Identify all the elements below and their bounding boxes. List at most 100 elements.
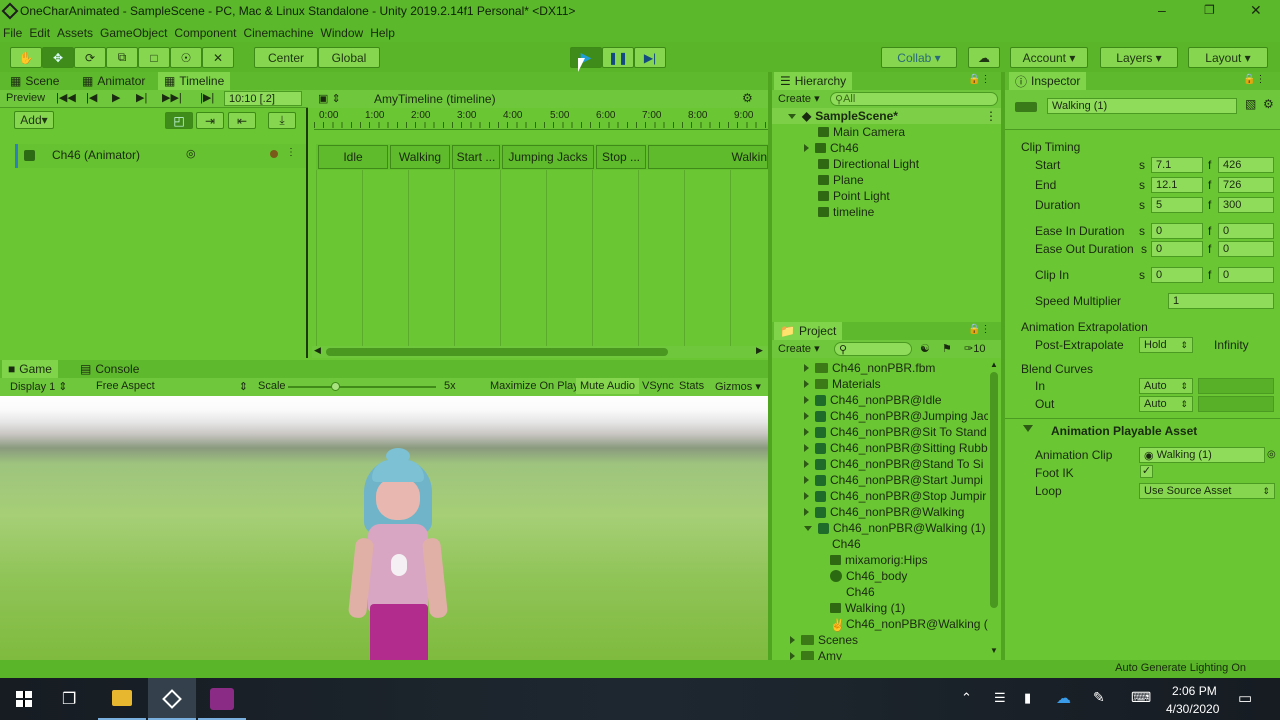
animation-clip-field[interactable]: ◉ Walking (1)	[1139, 447, 1265, 463]
hierarchy-scene-row[interactable]: ◆ SampleScene* ⋮	[772, 108, 1001, 124]
tab-console[interactable]: ▤ Console	[74, 360, 145, 378]
expand-arrow-icon[interactable]	[804, 380, 809, 388]
project-item[interactable]: Ch46	[772, 536, 988, 552]
menu-cinemachine[interactable]: Cinemachine	[243, 26, 313, 40]
vsync-toggle[interactable]: VSync	[642, 380, 674, 392]
hierarchy-item[interactable]: Plane	[772, 172, 1001, 188]
clock-date[interactable]: 4/30/2020	[1166, 702, 1219, 716]
game-view[interactable]	[0, 396, 768, 660]
scroll-down-icon[interactable]: ▼	[990, 646, 998, 655]
hierarchy-lock-icon[interactable]: 🔒⋮	[968, 74, 990, 85]
scroll-left-icon[interactable]: ◀	[314, 345, 321, 356]
project-item[interactable]: Ch46_nonPBR@Walking	[772, 504, 988, 520]
hierarchy-item[interactable]: Point Light	[772, 188, 1001, 204]
project-item[interactable]: ✌ Ch46_nonPBR@Walking (	[772, 616, 988, 632]
timeline-hscroll[interactable]: ◀ ▶	[312, 345, 768, 358]
foot-ik-checkbox[interactable]: ✓	[1140, 465, 1153, 478]
hierarchy-create-button[interactable]: Create ▾	[778, 92, 820, 105]
scale-tool-button[interactable]: ⧉	[106, 47, 138, 68]
clip-walking-1[interactable]: Walkin	[648, 145, 768, 169]
speed-multiplier-field[interactable]: 1	[1168, 293, 1274, 309]
menu-window[interactable]: Window	[321, 26, 364, 40]
maximize-on-play-toggle[interactable]: Maximize On Play	[490, 380, 579, 392]
scroll-right-icon[interactable]: ▶	[756, 345, 763, 356]
project-create-button[interactable]: Create ▾	[778, 342, 820, 355]
duration-frames-field[interactable]: 300	[1218, 197, 1274, 213]
clip-stop[interactable]: Stop ...	[596, 145, 646, 169]
expand-arrow-icon[interactable]	[804, 444, 809, 452]
keyboard-icon[interactable]: ⌨	[1131, 689, 1151, 706]
clock-time[interactable]: 2:06 PM	[1172, 684, 1217, 698]
clip-walking[interactable]: Walking	[390, 145, 450, 169]
tab-game[interactable]: ■ Game	[2, 360, 58, 378]
timeline-selector-icon[interactable]: ▣ ⇕	[318, 92, 341, 105]
ease-in-seconds-field[interactable]: 0	[1151, 223, 1203, 239]
tab-inspector[interactable]: ⓘ Inspector	[1009, 72, 1087, 90]
ripple-mode-button[interactable]: ⇥	[196, 112, 224, 129]
expand-arrow-icon[interactable]	[804, 412, 809, 420]
goto-end-icon[interactable]: ▶▶|	[162, 91, 182, 104]
project-item[interactable]: Ch46_nonPBR@Walking (1)	[772, 520, 988, 536]
expand-arrow-icon[interactable]	[804, 428, 809, 436]
clip-jumping[interactable]: Jumping Jacks	[502, 145, 594, 169]
mute-audio-toggle[interactable]: Mute Audio	[576, 378, 640, 394]
expand-arrow-icon[interactable]	[804, 476, 809, 484]
panel-separator[interactable]	[768, 72, 772, 660]
play-range-icon[interactable]: |▶|	[200, 91, 214, 104]
project-item[interactable]: Walking (1)	[772, 600, 988, 616]
account-button[interactable]: Account ▾	[1010, 47, 1088, 68]
end-seconds-field[interactable]: 12.1	[1151, 177, 1203, 193]
edit-mode-button[interactable]: ◰	[165, 112, 193, 129]
chevron-up-icon[interactable]: ⌃	[961, 690, 972, 706]
track-header[interactable]: Ch46 (Animator) ◎ ⋮	[15, 144, 306, 168]
layout-button[interactable]: Layout ▾	[1188, 47, 1268, 68]
minimize-button[interactable]: –	[1158, 2, 1166, 18]
blend-out-select[interactable]: Auto ⇕	[1139, 396, 1193, 412]
tab-scene[interactable]: ▦ Scene	[4, 72, 65, 90]
expand-arrow-icon[interactable]	[804, 396, 809, 404]
next-frame-icon[interactable]: ▶|	[136, 91, 147, 104]
scale-slider[interactable]	[288, 386, 436, 388]
task-view-icon[interactable]: ❐	[62, 689, 76, 709]
step-button[interactable]: ▶|	[634, 47, 666, 68]
goto-start-icon[interactable]: |◀◀	[56, 91, 76, 104]
expand-arrow-icon[interactable]	[804, 144, 809, 152]
time-ruler[interactable]: 0:00 1:00 2:00 3:00 4:00 5:00 6:00 7:00 …	[314, 108, 768, 130]
loop-select[interactable]: Use Source Asset ⇕	[1139, 483, 1275, 499]
pivot-global-button[interactable]: Global	[318, 47, 380, 68]
expand-arrow-icon[interactable]	[804, 508, 809, 516]
start-seconds-field[interactable]: 7.1	[1151, 157, 1203, 173]
replace-mode-button[interactable]: ⇤	[228, 112, 256, 129]
tab-animator[interactable]: ▦ Animator	[76, 72, 151, 90]
hand-tool-button[interactable]: ✋	[10, 47, 42, 68]
timeline-play-icon[interactable]: ▶	[112, 91, 120, 104]
project-item[interactable]: Ch46_nonPBR@Sit To Stand	[772, 424, 988, 440]
ease-out-seconds-field[interactable]: 0	[1151, 241, 1203, 257]
clip-idle[interactable]: Idle	[318, 145, 388, 169]
project-lock-icon[interactable]: 🔒⋮	[968, 324, 990, 335]
track-target-icon[interactable]: ◎	[186, 147, 196, 160]
blend-out-curve[interactable]	[1198, 396, 1274, 412]
expand-arrow-icon[interactable]	[804, 492, 809, 500]
duration-seconds-field[interactable]: 5	[1151, 197, 1203, 213]
collapse-arrow-icon[interactable]	[804, 525, 812, 531]
scale-slider-thumb[interactable]	[331, 382, 340, 391]
custom-tool-button[interactable]: ✕	[202, 47, 234, 68]
notifications-icon[interactable]: ▭	[1238, 689, 1252, 707]
collapse-arrow-icon[interactable]	[1023, 425, 1033, 432]
menu-assets[interactable]: Assets	[57, 26, 93, 40]
pen-icon[interactable]: ✎	[1093, 689, 1105, 706]
project-scroll-thumb[interactable]	[990, 372, 998, 608]
timeline-settings-icon[interactable]: ⚙	[742, 91, 753, 105]
clip-in-seconds-field[interactable]: 0	[1151, 267, 1203, 283]
project-item[interactable]: Ch46	[772, 584, 988, 600]
project-item[interactable]: Scenes	[772, 632, 988, 648]
record-icon[interactable]	[270, 150, 278, 158]
project-item[interactable]: Ch46_body	[772, 568, 988, 584]
scroll-up-icon[interactable]: ▲	[990, 360, 998, 369]
prev-frame-icon[interactable]: |◀	[86, 91, 97, 104]
project-item[interactable]: Ch46_nonPBR.fbm	[772, 360, 988, 376]
track-menu-icon[interactable]: ⋮	[286, 147, 296, 158]
move-tool-button[interactable]: ✥	[42, 47, 74, 68]
project-search-input[interactable]: ⚲	[834, 342, 912, 356]
